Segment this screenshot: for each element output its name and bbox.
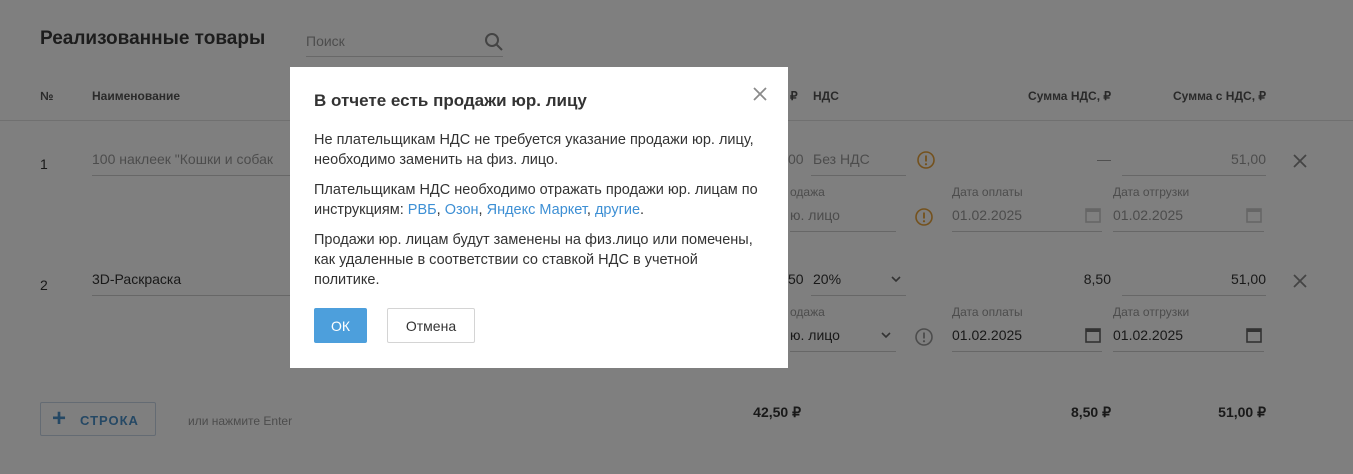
paragraph-end: .: [640, 202, 645, 218]
link-yandex-market[interactable]: Яндекс Маркет: [487, 202, 587, 218]
close-icon[interactable]: [752, 86, 768, 102]
link-ozon[interactable]: Озон: [445, 202, 479, 218]
dialog-paragraph-1: Не плательщикам НДС не требуется указани…: [314, 132, 754, 168]
link-separator: ,: [586, 202, 591, 218]
link-separator: ,: [478, 202, 483, 218]
dialog-paragraph-2: Плательщикам НДС необходимо отражать про…: [314, 180, 764, 220]
link-other[interactable]: другие: [595, 202, 640, 218]
dialog-title: В отчете есть продажи юр. лицу: [314, 91, 587, 110]
link-wb[interactable]: РВБ: [408, 202, 437, 218]
cancel-button[interactable]: Отмена: [387, 308, 475, 343]
dialog-paragraph-3: Продажи юр. лицам будут заменены на физ.…: [314, 232, 753, 288]
legal-entity-sales-dialog: В отчете есть продажи юр. лицу Не плател…: [290, 67, 788, 368]
link-separator: ,: [436, 202, 441, 218]
ok-button[interactable]: ОК: [314, 308, 367, 343]
